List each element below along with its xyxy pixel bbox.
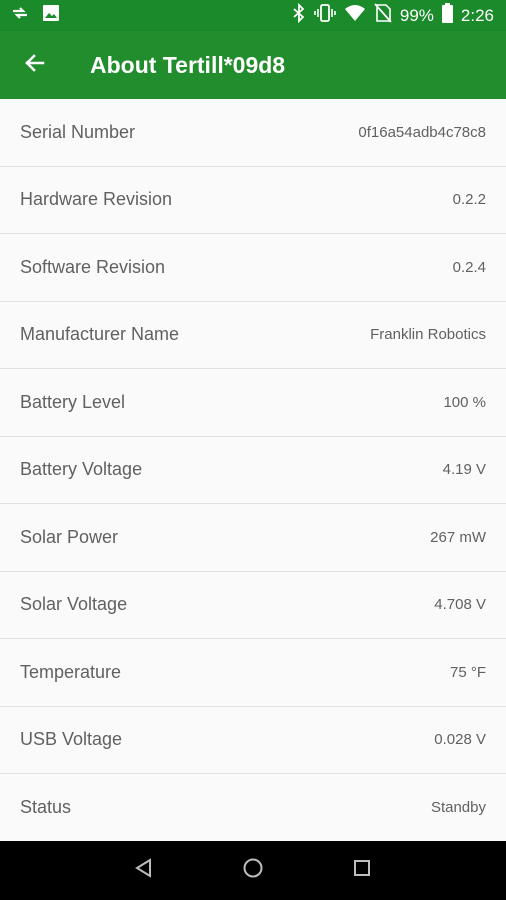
nav-home-button[interactable] [233,851,273,891]
info-row-software-revision: Software Revision 0.2.4 [0,234,506,302]
row-value: 75 °F [449,663,486,681]
battery-percent: 99% [399,5,434,25]
row-label: Status [20,796,72,817]
row-value: 0.028 V [434,731,486,749]
square-recents-icon [352,858,372,883]
app-bar: About Tertill*09d8 [0,31,506,99]
triangle-back-icon [134,858,154,883]
info-row-manufacturer-name: Manufacturer Name Franklin Robotics [0,301,506,369]
status-bar: 99% 2:26 [0,0,506,31]
info-row-battery-voltage: Battery Voltage 4.19 V [0,436,506,504]
row-label: USB Voltage [20,729,123,750]
vibrate-icon [314,3,336,28]
bluetooth-icon [292,2,306,28]
info-row-solar-voltage: Solar Voltage 4.708 V [0,571,506,639]
row-value: 4.19 V [442,461,486,479]
row-label: Software Revision [20,256,166,277]
navigation-bar [0,841,506,900]
info-row-hardware-revision: Hardware Revision 0.2.2 [0,166,506,234]
row-label: Battery Voltage [20,459,143,480]
info-row-temperature: Temperature 75 °F [0,639,506,707]
info-row-status: Status Standby [0,774,506,842]
row-value: Standby [430,798,486,816]
row-value: 4.708 V [434,596,486,614]
info-row-solar-power: Solar Power 267 mW [0,504,506,572]
row-value: 0f16a54adb4c78c8 [358,123,486,141]
row-value: 0.2.2 [452,191,486,209]
row-value: 0.2.4 [452,258,486,276]
row-value: 267 mW [430,528,486,546]
circle-home-icon [242,857,264,884]
row-value: 100 % [443,393,486,411]
sync-icon [10,3,30,28]
nav-back-button[interactable] [124,851,164,891]
battery-icon [441,3,453,28]
info-row-serial-number: Serial Number 0f16a54adb4c78c8 [0,99,506,167]
info-list: Serial Number 0f16a54adb4c78c8 Hardware … [0,99,506,842]
wifi-icon [344,4,366,27]
row-value: Franklin Robotics [370,326,486,344]
row-label: Temperature [20,661,122,682]
clock: 2:26 [460,5,494,25]
info-row-battery-level: Battery Level 100 % [0,369,506,437]
back-arrow-icon [23,51,47,80]
info-row-usb-voltage: USB Voltage 0.028 V [0,706,506,774]
row-label: Battery Level [20,391,126,412]
no-sim-icon [374,3,392,28]
row-label: Solar Power [20,526,119,547]
nav-recents-button[interactable] [342,851,382,891]
row-label: Serial Number [20,121,136,142]
row-label: Hardware Revision [20,189,173,210]
back-button[interactable] [0,31,70,99]
page-title: About Tertill*09d8 [90,51,286,78]
row-label: Solar Voltage [20,594,128,615]
row-label: Manufacturer Name [20,324,180,345]
image-icon [42,4,60,27]
